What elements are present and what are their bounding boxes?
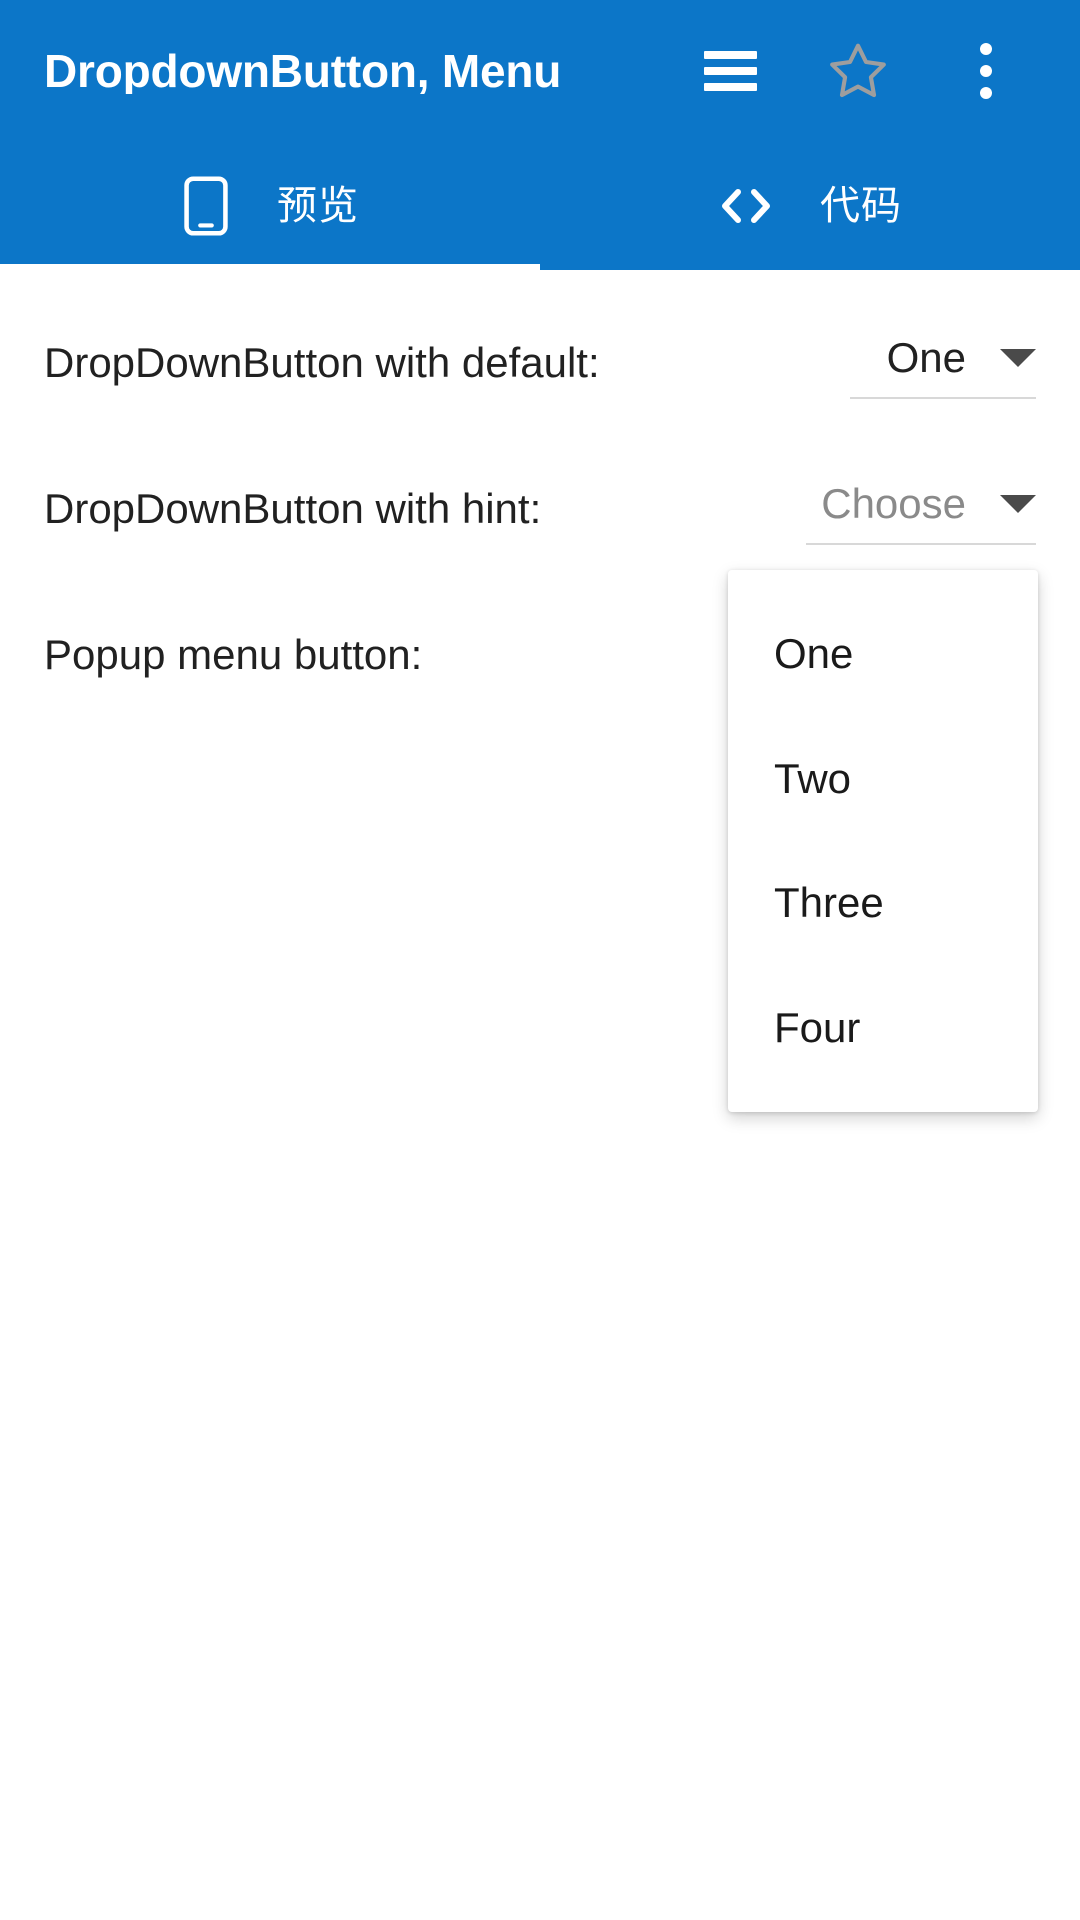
dropdown-default[interactable]: One: [850, 327, 1036, 399]
dropdown-default-label: DropDownButton with default:: [44, 339, 600, 386]
more-vert-icon: [980, 43, 992, 99]
code-icon: [718, 184, 774, 228]
dropdown-hint-underline: [806, 543, 1036, 545]
tab-preview-label: 预览: [277, 184, 359, 228]
phone-android-icon: [181, 175, 231, 237]
row-dropdown-default: DropDownButton with default: One: [0, 290, 1080, 436]
app-bar-actions: [666, 7, 1050, 135]
dropdown-hint[interactable]: Choose: [806, 473, 1036, 545]
dropdown-default-underline: [850, 397, 1036, 399]
dropdown-hint-label: DropDownButton with hint:: [44, 485, 542, 532]
chevron-down-icon: [1000, 495, 1036, 513]
tab-bar: 预览 代码: [0, 142, 1080, 270]
page-title: DropdownButton, Menu: [44, 48, 562, 94]
star-icon: [827, 39, 889, 104]
menu-button[interactable]: [666, 7, 794, 135]
popup-menu: One Two Three Four: [728, 570, 1038, 1112]
dropdown-default-inner: One: [850, 337, 1036, 397]
tab-code-label: 代码: [820, 184, 902, 228]
tab-code[interactable]: 代码: [540, 142, 1080, 270]
menu-icon: [703, 51, 757, 91]
chevron-down-icon: [1000, 349, 1036, 367]
dropdown-hint-value: Choose: [821, 480, 966, 527]
more-options-button[interactable]: [922, 7, 1050, 135]
dropdown-default-value: One: [886, 334, 966, 381]
popup-menu-item-four[interactable]: Four: [728, 966, 1038, 1090]
app-bar: DropdownButton, Menu: [0, 0, 1080, 142]
favorite-button[interactable]: [794, 7, 922, 135]
app-root: DropdownButton, Menu 预览 代码 DropDownButto…: [0, 0, 1080, 1920]
row-dropdown-hint: DropDownButton with hint: Choose: [0, 436, 1080, 582]
dropdown-hint-inner: Choose: [806, 483, 1036, 543]
popup-menu-item-two[interactable]: Two: [728, 717, 1038, 841]
popup-menu-item-three[interactable]: Three: [728, 841, 1038, 965]
tab-preview[interactable]: 预览: [0, 142, 540, 270]
popup-menu-label: Popup menu button:: [44, 631, 423, 678]
popup-menu-item-one[interactable]: One: [728, 592, 1038, 716]
